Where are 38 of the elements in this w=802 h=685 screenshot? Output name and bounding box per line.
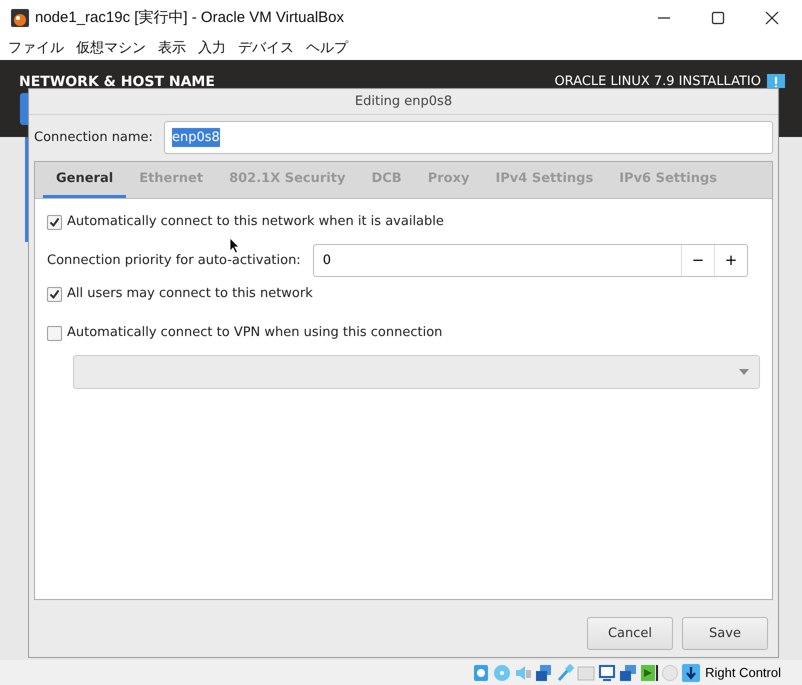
checkbox-label: All users may connect to this network [67, 285, 313, 304]
checkbox-label: Automatically connect to this network when it is available [67, 213, 444, 232]
increment-button[interactable]: + [714, 245, 747, 276]
cursor-icon [229, 237, 240, 254]
maximize-icon[interactable] [711, 11, 725, 25]
network-icon[interactable] [535, 664, 554, 682]
checkbox[interactable] [47, 326, 62, 340]
close-icon[interactable] [765, 11, 779, 25]
connection-name-field[interactable]: enp0s8 [164, 121, 773, 154]
recording-icon[interactable] [640, 664, 658, 682]
field-label: Connection priority for auto-activation: [47, 252, 301, 270]
installer-product: ORACLE LINUX 7.9 INSTALLATIO [554, 73, 761, 91]
priority-field[interactable]: 0 − + [312, 244, 748, 277]
dialog-button[interactable]: Cancel [587, 617, 673, 650]
window-title: node1_rac19c [実行中] - Oracle VM VirtualBox [35, 8, 344, 28]
field-label: Connection name: [34, 128, 154, 147]
usb-icon[interactable] [556, 664, 574, 682]
menu-item[interactable]: ヘルプ [300, 38, 354, 58]
app-icon [10, 8, 30, 28]
field-value: enp0s8 [172, 128, 220, 148]
checkbox[interactable] [47, 286, 62, 302]
menu-item[interactable]: デバイス [232, 38, 300, 58]
menu-item[interactable]: 表示 [152, 38, 192, 58]
arrow-down-icon[interactable] [682, 664, 700, 682]
caret-icon [739, 369, 749, 375]
tab[interactable]: General [43, 162, 126, 198]
menu-item[interactable]: 仮想マシン [70, 38, 152, 58]
host-key-label: Right Control [705, 664, 781, 682]
installer-title: NETWORK & HOST NAME [19, 73, 215, 92]
menu-item[interactable]: 入力 [192, 38, 232, 58]
menu-item[interactable]: ファイル [2, 38, 70, 58]
decrement-button[interactable]: − [681, 245, 714, 276]
dialog-button[interactable]: Save [682, 617, 768, 650]
checkbox[interactable] [47, 214, 62, 230]
display-icon[interactable] [598, 664, 616, 682]
dialog-title: Editing enp0s8 [354, 92, 452, 111]
checkbox-label: Automatically connect to VPN when using this connection [67, 324, 442, 342]
windows-icon[interactable] [619, 664, 638, 682]
